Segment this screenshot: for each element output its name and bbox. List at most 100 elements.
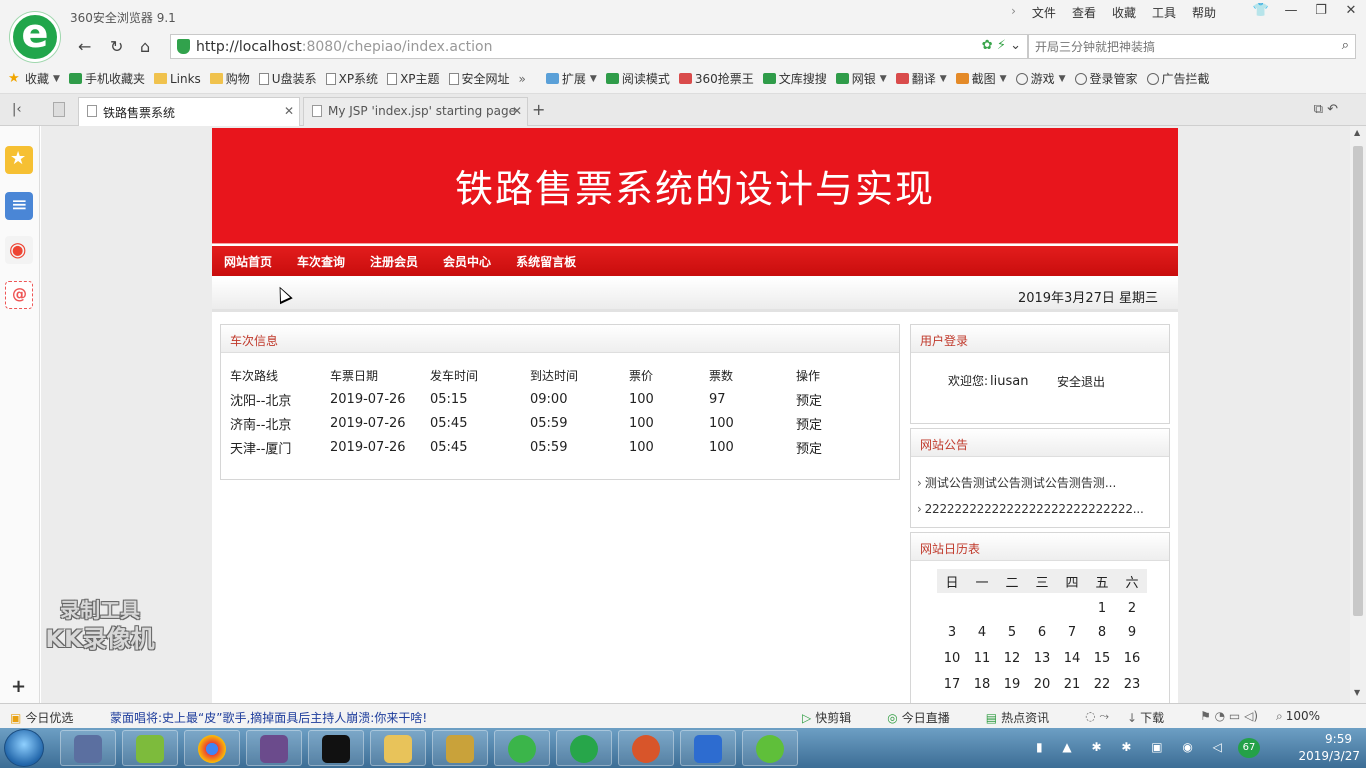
book-link[interactable]: 预定 — [796, 411, 856, 435]
bookmark-mobile[interactable]: 手机收藏夹 — [68, 70, 145, 87]
taskbar-app-green[interactable] — [742, 730, 798, 766]
ext-screenshot[interactable]: 截图 ▼ — [955, 70, 1007, 87]
scroll-thumb[interactable] — [1353, 146, 1363, 616]
close-tab-icon[interactable]: ✕ — [284, 104, 294, 118]
nav-register[interactable]: 注册会员 — [370, 246, 418, 276]
search-input[interactable] — [1035, 38, 1325, 56]
clock-date[interactable]: 2019/3/27 — [1298, 749, 1360, 763]
bookmark-favorites[interactable]: ★ 收藏 ▼ — [8, 70, 60, 87]
tray-icons[interactable]: ▮ ▲ ✱ ✱ ▣ ◉ ◁ ▤ — [1036, 740, 1261, 754]
news-ticker[interactable]: 蒙面唱将:史上最“皮”歌手,摘掉面具后主持人崩溃:你来干啥! — [110, 709, 427, 726]
notice-item[interactable]: 测试公告测试公告测试公告测告测... — [917, 474, 1157, 491]
nav-member-center[interactable]: 会员中心 — [443, 246, 491, 276]
taskbar-app-1[interactable] — [60, 730, 116, 766]
ext-translate[interactable]: 翻译 ▼ — [895, 70, 947, 87]
page-scrollbar[interactable]: ▲ ▼ — [1350, 126, 1366, 703]
bookmark-links[interactable]: Links — [153, 72, 201, 86]
calendar-day — [1027, 593, 1057, 619]
url-action-icons[interactable]: ✿ ⚡ ⌄ — [982, 38, 1021, 53]
bookmark-safe-sites[interactable]: 安全网址 — [448, 70, 510, 87]
menu-favorites[interactable]: 收藏 — [1112, 4, 1136, 21]
download[interactable]: ↓ 下载 — [1127, 709, 1182, 726]
menu-view[interactable]: 查看 — [1072, 4, 1096, 21]
menu-tools[interactable]: 工具 — [1152, 4, 1176, 21]
zoom-level[interactable]: ⌕ 100% — [1276, 709, 1338, 726]
search-icon[interactable]: ⌕ — [1342, 38, 1349, 53]
today-live[interactable]: ◎ 今日直播 — [887, 709, 968, 726]
hot-news[interactable]: ▤ 热点资讯 — [986, 709, 1067, 726]
weibo-sidebar-icon[interactable] — [5, 236, 33, 264]
ext-extend[interactable]: 扩展 ▼ — [545, 70, 597, 87]
menu-chevron-icon[interactable]: › — [1011, 4, 1016, 21]
status-more-icons[interactable]: ⚑ ◔ ▭ ◁) — [1200, 709, 1258, 726]
ext-login-manager[interactable]: 登录管家 — [1074, 70, 1138, 87]
close-tab-icon[interactable]: ✕ — [512, 104, 522, 118]
taskbar-app-notepad[interactable] — [122, 730, 178, 766]
weekday: 六 — [1117, 569, 1147, 593]
skin-icon[interactable]: 👕 — [1246, 0, 1276, 24]
taskbar-app-chrome[interactable] — [184, 730, 240, 766]
nav-message-board[interactable]: 系统留言板 — [516, 246, 576, 276]
book-link[interactable]: 预定 — [796, 387, 856, 411]
book-link[interactable]: 预定 — [796, 435, 856, 459]
clock-time[interactable]: 9:59 — [1325, 732, 1352, 746]
taskbar-app-javaee[interactable] — [246, 730, 302, 766]
new-tab-button[interactable]: + — [532, 100, 545, 119]
train-info-heading: 车次信息 — [221, 325, 899, 353]
nav-train-search[interactable]: 车次查询 — [297, 246, 345, 276]
ext-wenku[interactable]: 文库搜搜 — [762, 70, 827, 87]
weekday: 日 — [937, 569, 967, 593]
misc-status-icons[interactable]: ◌ ⤳ — [1085, 709, 1109, 726]
browser-logo-icon[interactable] — [10, 11, 60, 62]
search-box[interactable]: ⌕ — [1028, 34, 1356, 59]
taskbar-app-wps[interactable] — [680, 730, 736, 766]
menu-help[interactable]: 帮助 — [1192, 4, 1216, 21]
ext-reading-mode[interactable]: 阅读模式 — [605, 70, 670, 87]
taskbar-app-intellij[interactable] — [308, 730, 364, 766]
restore-tab-icons[interactable]: ⧉ ↶ — [1314, 102, 1338, 117]
tab-jsp-page[interactable]: My JSP 'index.jsp' starting page ✕ — [303, 97, 528, 126]
bookmark-xp-theme[interactable]: XP主题 — [387, 70, 440, 87]
ext-ticket[interactable]: 360抢票王 — [678, 70, 754, 87]
nav-home[interactable]: 网站首页 — [224, 246, 272, 276]
taskbar-app-recorder[interactable] — [618, 730, 674, 766]
logout-link[interactable]: 安全退出 — [1057, 373, 1105, 390]
home-icon[interactable]: ⌂ — [140, 37, 150, 56]
taskbar-app-wechat[interactable] — [494, 730, 550, 766]
collapse-sidebar-icon[interactable]: |‹ — [12, 102, 22, 117]
bookmark-usb[interactable]: U盘装系 — [258, 70, 317, 87]
bookmark-xp-system[interactable]: XP系统 — [325, 70, 378, 87]
ext-bank[interactable]: 网银 ▼ — [835, 70, 887, 87]
news-sidebar-icon[interactable] — [5, 192, 33, 220]
notice-item[interactable]: 2222222222222222222222222222... — [917, 502, 1157, 516]
close-window-button[interactable]: ✕ — [1336, 0, 1366, 24]
taskbar-app-360browser[interactable] — [556, 730, 612, 766]
security-shield-icon[interactable] — [177, 39, 190, 54]
ext-games[interactable]: 游戏 ▼ — [1015, 70, 1066, 87]
refresh-icon[interactable]: ↻ — [110, 37, 123, 56]
scroll-up-icon[interactable]: ▲ — [1354, 128, 1360, 137]
windows-start-button[interactable] — [4, 729, 44, 767]
quick-edit[interactable]: ▷ 快剪辑 — [802, 709, 869, 726]
taskbar-app-explorer[interactable] — [370, 730, 426, 766]
bookmark-shopping[interactable]: 购物 — [209, 70, 250, 87]
maximize-button[interactable]: ❐ — [1306, 0, 1336, 24]
minimize-button[interactable]: — — [1276, 0, 1306, 24]
tab-list-icon[interactable] — [53, 102, 65, 117]
today-picks[interactable]: ▣ 今日优选 — [10, 709, 73, 726]
site-nav: 网站首页 车次查询 注册会员 会员中心 系统留言板 — [212, 246, 1178, 276]
favorites-sidebar-icon[interactable] — [5, 146, 33, 174]
scroll-down-icon[interactable]: ▼ — [1354, 688, 1360, 697]
tray-badge[interactable]: 67 — [1238, 738, 1260, 758]
add-sidebar-button[interactable]: + — [11, 676, 26, 697]
menu-file[interactable]: 文件 — [1032, 4, 1056, 21]
url-text[interactable]: http://localhost:8080/chepiao/index.acti… — [196, 39, 492, 55]
taskbar-app-tools[interactable] — [432, 730, 488, 766]
url-bar[interactable]: http://localhost:8080/chepiao/index.acti… — [170, 34, 1028, 59]
calendar-day: 3 — [947, 624, 957, 640]
ext-adblock[interactable]: 广告拦截 — [1146, 70, 1210, 87]
more-bookmarks-icon[interactable]: » — [519, 72, 526, 86]
back-arrow-icon[interactable]: ← — [78, 37, 91, 56]
tab-railway-system[interactable]: 铁路售票系统 ✕ — [78, 97, 300, 126]
mail-sidebar-icon[interactable] — [5, 281, 33, 309]
